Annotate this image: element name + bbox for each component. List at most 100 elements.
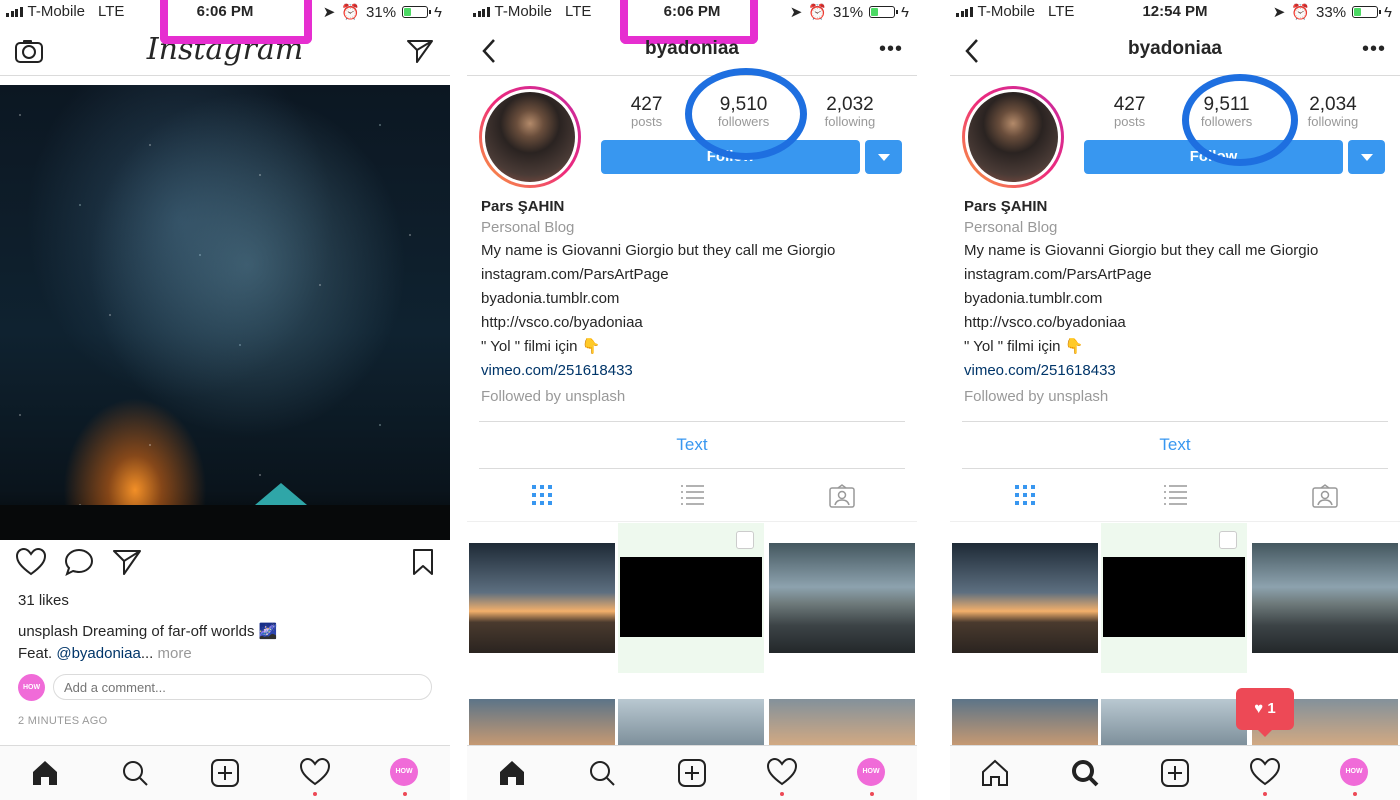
battery-percent: 33%: [1316, 3, 1347, 21]
grid-post[interactable]: [469, 543, 615, 653]
select-checkbox[interactable]: [1219, 531, 1237, 549]
comment-row: HOW: [18, 673, 432, 701]
profile-website[interactable]: vimeo.com/251618433: [481, 359, 903, 383]
profile-view-tabs: [950, 470, 1400, 522]
activity-icon[interactable]: [766, 757, 798, 796]
share-icon[interactable]: [112, 548, 142, 576]
tagged-icon[interactable]: [1312, 484, 1338, 513]
followed-by[interactable]: Followed by unsplash: [481, 385, 903, 409]
charging-icon: ϟ: [901, 3, 909, 21]
caption-feat: Feat.: [18, 645, 57, 662]
search-icon[interactable]: [120, 758, 150, 788]
battery-icon: [869, 6, 899, 18]
add-icon[interactable]: [1160, 758, 1190, 788]
add-icon[interactable]: [677, 758, 707, 788]
battery-icon: [1352, 6, 1382, 18]
grid-icon[interactable]: [1014, 484, 1036, 511]
text-button[interactable]: Text: [479, 421, 905, 469]
profile-header: byadoniaa •••: [467, 26, 917, 76]
profile-tab[interactable]: HOW: [390, 758, 420, 796]
post-image[interactable]: [0, 85, 450, 540]
profile-bio: Pars ŞAHIN Personal Blog My name is Giov…: [964, 197, 1386, 409]
avatar: HOW: [857, 758, 885, 786]
profile-screen-after: T-Mobile LTE 12:54 PM ➤ ⏰ 33% ϟ byadonia…: [950, 0, 1400, 800]
battery-percent: 31%: [833, 3, 864, 21]
search-icon[interactable]: [1070, 758, 1100, 788]
annotation-followers-highlight: [685, 68, 807, 160]
text-button[interactable]: Text: [962, 421, 1388, 469]
search-icon[interactable]: [587, 758, 617, 788]
select-checkbox[interactable]: [736, 531, 754, 549]
caption-more-link[interactable]: more: [153, 645, 192, 662]
caption-ellipsis: ...: [140, 645, 154, 662]
following-label: following: [824, 114, 876, 129]
comment-icon[interactable]: [64, 548, 94, 576]
profile-tab[interactable]: HOW: [1340, 758, 1370, 796]
following-stat[interactable]: 2,034 following: [1308, 94, 1359, 134]
likes-count[interactable]: 31 likes: [18, 592, 69, 609]
grid-icon[interactable]: [531, 484, 553, 511]
add-icon[interactable]: [210, 758, 240, 788]
more-icon[interactable]: •••: [879, 38, 903, 61]
grid-post[interactable]: [1252, 543, 1398, 653]
grid-post[interactable]: [952, 543, 1098, 653]
profile-category: Personal Blog: [481, 219, 575, 236]
profile-name: Pars ŞAHIN: [481, 198, 565, 215]
grid-post[interactable]: [618, 523, 764, 673]
grid-post-image: [1103, 557, 1245, 637]
location-icon: ➤: [1272, 4, 1286, 21]
suggestions-dropdown-button[interactable]: [1348, 140, 1385, 174]
post-image-tent: [255, 483, 307, 505]
caption-username[interactable]: unsplash: [18, 623, 78, 640]
alarm-icon: ⏰: [808, 4, 828, 21]
profile-avatar[interactable]: [479, 86, 581, 188]
suggestions-dropdown-button[interactable]: [865, 140, 902, 174]
activity-dot: [780, 792, 784, 796]
notification-count: 1: [1267, 700, 1276, 717]
tagged-icon[interactable]: [829, 484, 855, 513]
page-title: byadoniaa: [1128, 38, 1222, 59]
grid-post[interactable]: [769, 543, 915, 653]
following-stat[interactable]: 2,032 following: [825, 94, 876, 134]
bio-line: " Yol " filmi için 👇: [964, 338, 1084, 355]
charging-icon: ϟ: [434, 3, 442, 21]
activity-icon[interactable]: [299, 757, 331, 796]
followed-by[interactable]: Followed by unsplash: [964, 385, 1386, 409]
heart-icon: ♥: [1254, 700, 1264, 717]
heart-icon[interactable]: [16, 548, 46, 576]
caption-mention[interactable]: @byadoniaa: [56, 645, 140, 662]
activity-notification-bubble[interactable]: ♥ 1: [1236, 688, 1294, 737]
comment-input[interactable]: [53, 674, 432, 700]
home-icon[interactable]: [497, 758, 527, 788]
status-bar: T-Mobile LTE 12:54 PM ➤ ⏰ 33% ϟ: [950, 0, 1400, 24]
list-icon[interactable]: [1163, 484, 1187, 511]
profile-tab[interactable]: HOW: [857, 758, 887, 796]
profile-website[interactable]: vimeo.com/251618433: [964, 359, 1386, 383]
profile-avatar[interactable]: [962, 86, 1064, 188]
activity-dot: [1263, 792, 1267, 796]
post-timestamp: 2 MINUTES AGO: [18, 715, 108, 727]
avatar: HOW: [1340, 758, 1368, 786]
grid-post[interactable]: [1101, 523, 1247, 673]
posts-stat[interactable]: 427 posts: [631, 94, 663, 134]
posts-label: posts: [1114, 114, 1146, 129]
posts-count: 427: [1113, 94, 1146, 115]
grid-post-image: [620, 557, 762, 637]
activity-icon[interactable]: [1249, 757, 1281, 796]
home-icon[interactable]: [980, 758, 1010, 788]
bookmark-icon[interactable]: [412, 548, 434, 576]
posts-stat[interactable]: 427 posts: [1114, 94, 1146, 134]
more-icon[interactable]: •••: [1362, 38, 1386, 61]
profile-view-tabs: [467, 470, 917, 522]
following-count: 2,034: [1309, 94, 1357, 115]
battery-icon: [402, 6, 432, 18]
home-icon[interactable]: [30, 758, 60, 788]
bio-line: http://vsco.co/byadoniaa: [481, 314, 643, 331]
activity-dot: [313, 792, 317, 796]
bio-line: " Yol " filmi için 👇: [481, 338, 601, 355]
bio-line: byadonia.tumblr.com: [964, 290, 1103, 307]
annotation-followers-highlight: [1182, 74, 1298, 166]
profile-dot: [870, 792, 874, 796]
list-icon[interactable]: [680, 484, 704, 511]
direct-icon[interactable]: [406, 38, 434, 70]
